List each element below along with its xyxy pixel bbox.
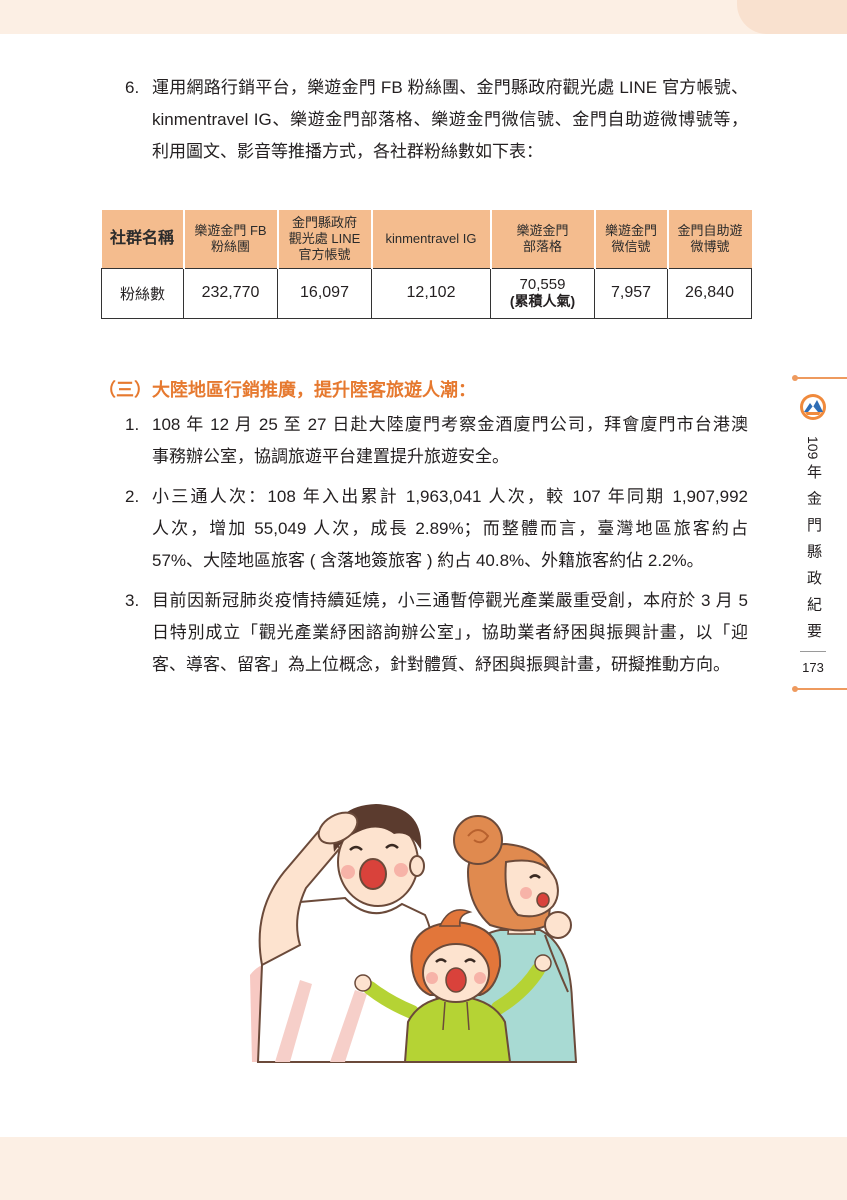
- paragraph-line: 目前因新冠肺炎疫情持續延燒，小三通暫停觀光產業嚴重受創，本府於 3 月 5: [152, 591, 748, 610]
- header-text: 微信號: [611, 238, 651, 254]
- header-text: 官方帳號: [298, 246, 351, 262]
- paragraph-line: 小三通人次：108 年入出累計 1,963,041 人次，較 107 年同期 1…: [152, 487, 748, 506]
- paragraph: 運用網路行銷平台，樂遊金門 FB 粉絲團、金門縣政府觀光處 LINE 官方帳號、…: [152, 72, 748, 168]
- paragraph-line: 108 年 12 月 25 至 27 日赴大陸廈門考察金酒廈門公司，拜會廈門市台…: [152, 415, 748, 434]
- document-page: 6. 運用網路行銷平台，樂遊金門 FB 粉絲團、金門縣政府觀光處 LINE 官方…: [0, 0, 847, 1200]
- list-number: 1.: [125, 415, 140, 434]
- list-number: 6.: [125, 78, 140, 97]
- sidebar-vertical-title: 109 年金門縣政紀要: [801, 436, 825, 650]
- mother-mouth: [536, 892, 550, 908]
- sidebar-rule-top: [792, 374, 847, 381]
- paragraph: 目前因新冠肺炎疫情持續延燒，小三通暫停觀光產業嚴重受創，本府於 3 月 5 日特…: [152, 585, 748, 681]
- paragraph-line: 事務辦公室，協調旅遊平台建置提升旅遊安全。: [152, 447, 509, 466]
- table-header-cell: 樂遊金門 微信號: [593, 210, 668, 269]
- cell-note: (累積人氣): [509, 293, 576, 309]
- table-header-cell: 金門縣政府 觀光處 LINE 官方帳號: [276, 210, 372, 269]
- mother-cheek: [520, 887, 532, 899]
- bottom-decorative-band: [0, 1137, 847, 1200]
- table-header-row: 社群名稱 樂遊金門 FB 粉絲團 金門縣政府 觀光處 LINE 官方帳號 kinmen…: [101, 210, 752, 269]
- paragraph-line: kinmentravel IG、樂遊金門部落格、樂遊金門微信號、金門自助遊微博號…: [152, 110, 748, 129]
- header-text: 部落格: [522, 238, 562, 254]
- paragraph-line: 客、導客、留客」為上位概念，針對體質、紓困與振興計畫，研擬推動方向。: [152, 655, 730, 674]
- table-header-cell: 樂遊金門 部落格: [489, 210, 595, 269]
- cell-value: 70,559: [519, 276, 566, 293]
- rule-dot: [792, 374, 798, 381]
- father-ear: [409, 855, 425, 877]
- table-cell: 7,957: [594, 267, 668, 319]
- mother-fist: [544, 911, 572, 939]
- header-text: 社群名稱: [109, 229, 174, 247]
- father-cheek: [341, 865, 355, 879]
- header-text: 微博號: [690, 238, 730, 254]
- header-text: 粉絲團: [210, 238, 250, 254]
- top-decorative-band: [0, 0, 847, 34]
- table-header-cell: 金門自助遊 微博號: [666, 210, 752, 269]
- family-illustration: [250, 804, 578, 1063]
- table-cell: 232,770: [183, 267, 278, 319]
- table-cell: 26,840: [667, 267, 752, 319]
- table-header-cell: 社群名稱: [101, 210, 184, 269]
- paragraph-line: 利用圖文、影音等推播方式，各社群粉絲數如下表：: [152, 142, 543, 161]
- father-mouth: [359, 858, 387, 890]
- top-corner-tab: [737, 0, 847, 34]
- header-text: 樂遊金門 FB: [194, 222, 267, 238]
- child-hand-right: [534, 954, 552, 972]
- table-cell: 70,559 (累積人氣): [490, 267, 595, 319]
- rule-dot: [792, 685, 798, 692]
- section-heading: （三）大陸地區行銷推廣，提升陸客旅遊人潮：: [98, 380, 476, 400]
- paragraph-line: 57%、大陸地區旅客 ( 含落地簽旅客 ) 約占 40.8%、外籍旅客約佔 2.…: [152, 551, 704, 570]
- header-text: 樂遊金門: [604, 222, 657, 238]
- paragraph-line: 運用網路行銷平台，樂遊金門 FB 粉絲團、金門縣政府觀光處 LINE 官方帳號、: [152, 78, 748, 97]
- child-cheek: [426, 972, 438, 984]
- social-fans-table: 社群名稱 樂遊金門 FB 粉絲團 金門縣政府 觀光處 LINE 官方帳號 kinmen…: [101, 210, 752, 319]
- mother-hair-bun: [453, 815, 503, 865]
- table-header-cell: 樂遊金門 FB 粉絲團: [182, 210, 278, 269]
- sidebar-rule-bottom: [792, 685, 847, 692]
- table-cell: 12,102: [371, 267, 491, 319]
- header-text: 金門自助遊: [677, 222, 743, 238]
- paragraph: 108 年 12 月 25 至 27 日赴大陸廈門考察金酒廈門公司，拜會廈門市台…: [152, 409, 748, 473]
- list-number: 2.: [125, 487, 140, 506]
- table-header-cell: kinmentravel IG: [370, 210, 491, 269]
- father-cheek: [394, 863, 408, 877]
- header-text: kinmentravel IG: [385, 230, 477, 246]
- table-row-label: 粉絲數: [101, 267, 184, 319]
- child-hand-left: [354, 974, 372, 992]
- paragraph-line: 人次，增加 55,049 人次，成長 2.89%；而整體而言，臺灣地區旅客約占: [152, 519, 748, 538]
- table-cell: 16,097: [277, 267, 372, 319]
- paragraph-line: 日特別成立「觀光產業紓困諮詢辦公室」，協助業者紓困與振興計畫，以「迎: [152, 623, 748, 642]
- header-text: 樂遊金門: [516, 222, 569, 238]
- sidebar-title-text: 年金門縣政紀要: [805, 464, 822, 650]
- page-number: 173: [802, 660, 824, 675]
- table-row: 粉絲數 232,770 16,097 12,102 70,559 (累積人氣) 7…: [101, 267, 752, 319]
- county-emblem-icon: [800, 394, 826, 420]
- header-text: 金門縣政府: [291, 214, 357, 230]
- child-cheek: [474, 972, 486, 984]
- header-text: 觀光處 LINE: [288, 230, 361, 246]
- page-number-divider: [800, 651, 826, 652]
- sidebar-title-year: 109: [805, 436, 821, 460]
- child-mouth: [445, 967, 467, 993]
- paragraph: 小三通人次：108 年入出累計 1,963,041 人次，較 107 年同期 1…: [152, 481, 748, 577]
- list-number: 3.: [125, 591, 140, 610]
